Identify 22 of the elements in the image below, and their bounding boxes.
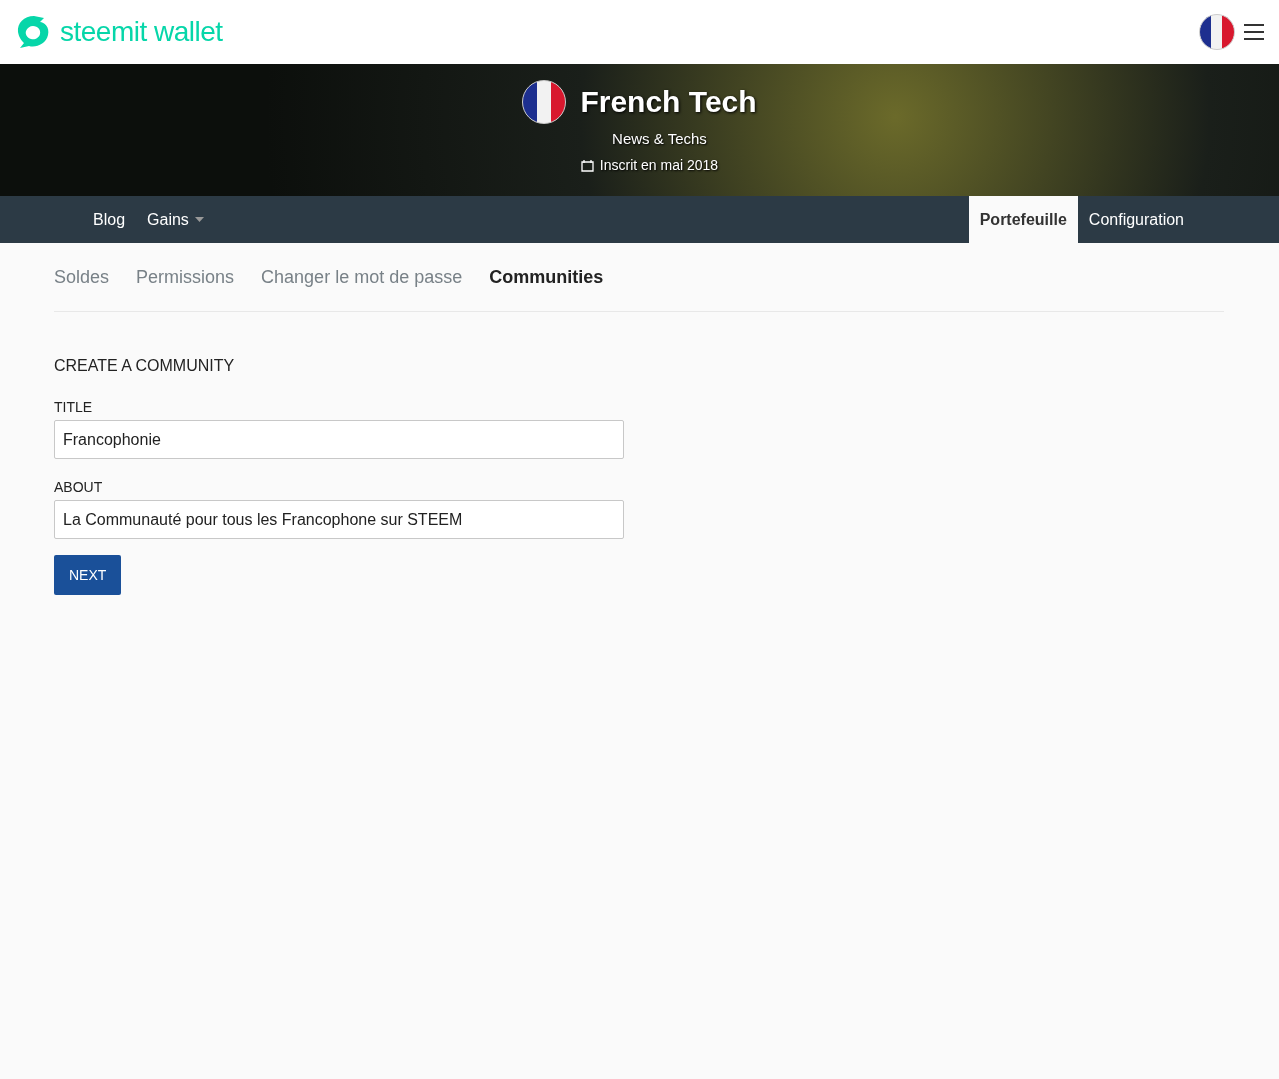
menu-icon[interactable] — [1243, 23, 1265, 41]
next-button[interactable]: NEXT — [54, 555, 122, 595]
wallet-tab[interactable]: Communities — [489, 266, 604, 288]
field-label: TITLE — [54, 399, 94, 415]
text-field[interactable]: La Communauté pour tous les Francophone sur STEEM — [54, 500, 624, 539]
text-field[interactable]: Francophonie — [54, 420, 624, 459]
avatar-icon[interactable] — [1199, 14, 1235, 50]
nav-link[interactable]: Blog — [82, 196, 137, 243]
joined-date: Inscrit en mai 2018 — [599, 157, 719, 173]
caret-icon — [194, 217, 204, 222]
wallet-tab[interactable]: Permissions — [136, 266, 235, 288]
nav-tab[interactable]: Portefeuille — [968, 196, 1078, 243]
form-heading: CREATE A COMMUNITY — [54, 357, 236, 375]
avatar-icon — [522, 80, 567, 124]
nav-link[interactable]: Gains — [136, 196, 215, 243]
nav-tab[interactable]: Configuration — [1077, 196, 1195, 243]
field-label: ABOUT — [54, 479, 104, 495]
wallet-tab[interactable]: Soldes — [54, 266, 110, 288]
profile-name: French Tech — [580, 85, 757, 119]
profile-about: News & Techs — [612, 130, 707, 147]
calendar-icon — [580, 158, 594, 172]
wallet-tab[interactable]: Changer le mot de passe — [261, 266, 463, 288]
